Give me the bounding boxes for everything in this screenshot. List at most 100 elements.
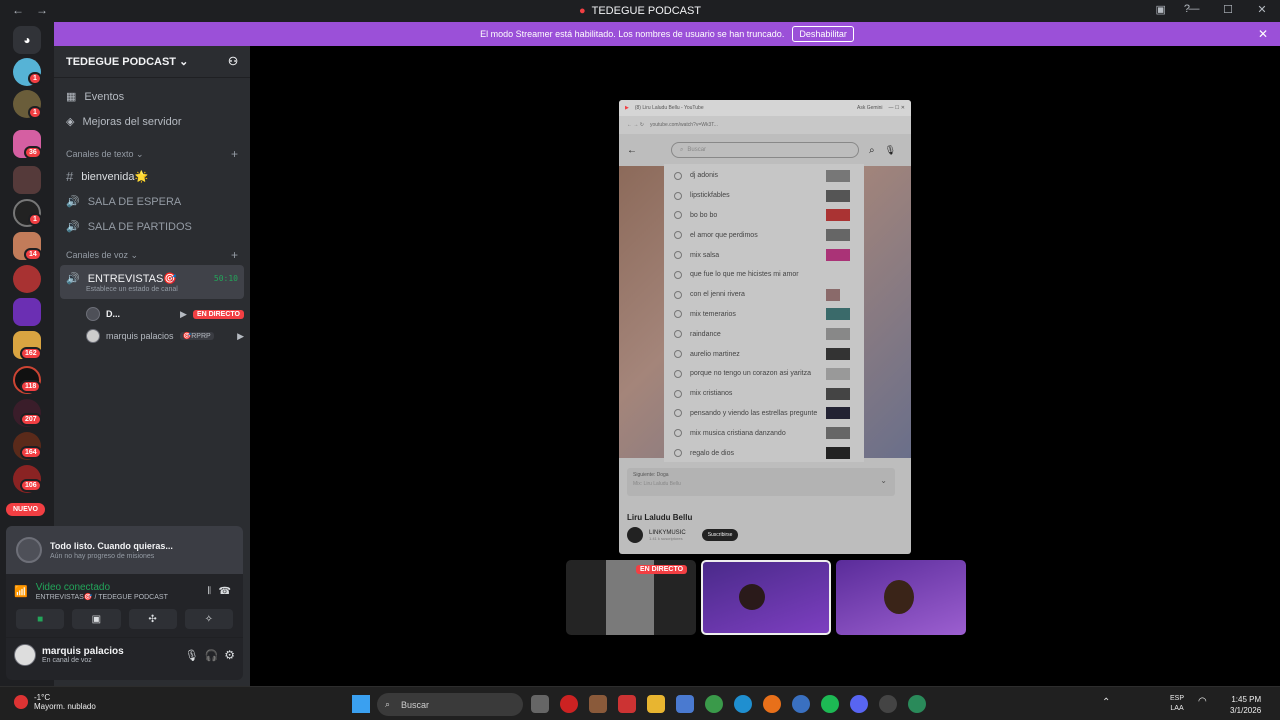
voice-user-name: marquis palacios: [106, 331, 174, 341]
tray-chevron-icon[interactable]: ⌃: [1102, 697, 1110, 708]
subscribe-button: Suscribirse: [701, 529, 739, 541]
history-icon: [674, 350, 682, 359]
suggestion-text: porque no tengo un corazon asi yaritza: [690, 370, 812, 378]
add-member-icon[interactable]: ⚇: [228, 55, 238, 68]
inbox-icon[interactable]: ▣: [1155, 3, 1165, 16]
screen-share-button[interactable]: ▣: [72, 609, 121, 629]
boosts-label: Mejoras del servidor: [82, 115, 182, 128]
headphones-icon[interactable]: 🎧: [205, 649, 219, 662]
text-channels-category[interactable]: Canales de texto ⌄ +: [54, 144, 250, 164]
server-badge: 1: [28, 106, 42, 119]
streamer-mode-banner: El modo Streamer está habilitado. Los no…: [54, 22, 1280, 46]
suggestion-text: mix temerarios: [690, 310, 736, 318]
app-icon[interactable]: [792, 695, 810, 713]
chrome-icon[interactable]: [705, 695, 723, 713]
add-channel-icon[interactable]: +: [231, 248, 238, 262]
quest-notice[interactable]: Todo listo. Cuando quieras... Aún no hay…: [6, 526, 243, 574]
suggestion-thumbnail: [826, 387, 850, 400]
voice-channels-category[interactable]: Canales de voz ⌄ +: [54, 245, 250, 265]
channel-subs: 1.41 k suscriptores: [649, 535, 683, 541]
disconnect-icon[interactable]: ☎: [219, 586, 231, 597]
server-icon-8[interactable]: [13, 298, 41, 326]
voice-user[interactable]: marquis palacios 🎯RPRP ▶: [86, 325, 250, 347]
server-icon-4[interactable]: [13, 166, 41, 194]
suggestion-text: bo bo bo: [690, 211, 718, 219]
participant-tile[interactable]: EN DIRECTO: [566, 560, 696, 635]
weather-widget[interactable]: -1°C Mayorm. nublado: [14, 693, 96, 711]
activities-button[interactable]: ✣: [128, 609, 177, 629]
taskbar-search[interactable]: ⌕ Buscar: [377, 693, 523, 716]
suggestion-text: el amor que perdimos: [690, 231, 758, 239]
participant-video: [739, 584, 765, 610]
chrome-icon[interactable]: [908, 695, 926, 713]
wifi-icon[interactable]: ◠: [1198, 696, 1207, 707]
home-discord-button[interactable]: ◕: [13, 26, 41, 54]
microphone-icon[interactable]: 🎙: [185, 649, 199, 662]
channel-entrevistas[interactable]: 🔊 ENTREVISTAS🎯 50:10 Establece un estado…: [60, 265, 244, 299]
gemini-button: Ask Gemini: [856, 105, 883, 111]
task-view-icon[interactable]: [531, 695, 549, 713]
participant-tile[interactable]: [701, 560, 831, 635]
store-icon[interactable]: [676, 695, 694, 713]
add-channel-icon[interactable]: +: [231, 147, 238, 161]
category-label: Canales de voz: [66, 249, 129, 260]
suggestion-thumbnail: [826, 169, 850, 182]
channel-name: LINKYMUSIC: [649, 529, 686, 536]
server-icon-7[interactable]: [13, 265, 41, 293]
forward-arrow-icon[interactable]: →: [36, 3, 48, 17]
suggestion-thumbnail: [826, 209, 850, 222]
disable-streamer-button[interactable]: Deshabilitar: [792, 26, 854, 42]
acrobat-icon[interactable]: [618, 695, 636, 713]
suggestion-thumbnail: [826, 447, 850, 460]
spotify-icon[interactable]: [821, 695, 839, 713]
edge-icon[interactable]: [734, 695, 752, 713]
chevron-down-icon: ⌄: [179, 56, 189, 68]
channel-label: SALA DE PARTIDOS: [87, 220, 192, 233]
firefox-icon[interactable]: [763, 695, 781, 713]
youtube-icon: ▶: [625, 105, 629, 111]
maximize-icon[interactable]: ☐: [1220, 3, 1236, 16]
language-indicator[interactable]: ESP LAA: [1170, 694, 1184, 714]
boosts-item[interactable]: ◈ Mejoras del servidor: [54, 109, 250, 134]
connection-status[interactable]: Video conectado: [36, 582, 168, 593]
new-servers-badge[interactable]: NUEVO: [6, 503, 45, 516]
channel-bienvenida[interactable]: # bienvenida🌟: [60, 164, 244, 189]
events-item[interactable]: ▦ Eventos: [54, 84, 250, 109]
server-badge: 1: [28, 72, 42, 85]
avatar[interactable]: [14, 644, 36, 666]
voice-user[interactable]: D... ▶ EN DIRECTO: [86, 303, 250, 325]
channel-label: ENTREVISTAS🎯: [87, 272, 177, 285]
suggestions-dropdown: dj adonis lipstickfables bo bo bo el amo…: [664, 164, 864, 462]
connection-channel[interactable]: ENTREVISTAS🎯 / TEDEGUE PODCAST: [36, 593, 168, 601]
close-window-icon[interactable]: ✕: [1254, 3, 1270, 16]
clock[interactable]: 1:45 PM 3/1/2026: [1230, 694, 1261, 716]
back-arrow-icon[interactable]: ←: [12, 3, 24, 17]
notice-title: Todo listo. Cuando quieras...: [50, 540, 173, 551]
opera-icon[interactable]: [560, 695, 578, 713]
stream-video[interactable]: ▶ (8) Liru Laludu Bellu - YouTube Ask Ge…: [619, 100, 911, 554]
channel-status[interactable]: Establece un estado de canal: [86, 286, 178, 293]
soundboard-button[interactable]: ✧: [184, 609, 233, 629]
suggestion-item: mix musica cristiana danzando: [664, 423, 864, 443]
minimize-icon[interactable]: —: [1186, 3, 1202, 16]
app-icon[interactable]: [879, 695, 897, 713]
close-banner-icon[interactable]: ✕: [1258, 27, 1268, 41]
participant-tile[interactable]: [836, 560, 966, 635]
notice-sub: Aún no hay progreso de misiones: [50, 552, 155, 560]
file-explorer-icon[interactable]: [647, 695, 665, 713]
discord-icon[interactable]: [850, 695, 868, 713]
app-icon[interactable]: [589, 695, 607, 713]
server-header[interactable]: TEDEGUE PODCAST ⌄ ⚇: [54, 46, 250, 78]
suggestion-item: bo bo bo: [664, 206, 864, 226]
channel-sala-de-partidos[interactable]: 🔊 SALA DE PARTIDOS: [60, 214, 244, 239]
suggestion-item: dj adonis: [664, 166, 864, 186]
suggestion-thumbnail: [826, 348, 850, 361]
camera-toggle-button[interactable]: ■: [16, 609, 65, 629]
suggestion-thumbnail: [826, 189, 850, 202]
suggestion-thumbnail: [826, 308, 850, 321]
channel-sala-de-espera[interactable]: 🔊 SALA DE ESPERA: [60, 189, 244, 214]
suggestion-item: que fue lo que me hicistes mi amor: [664, 265, 864, 285]
gear-icon[interactable]: ⚙: [224, 648, 235, 662]
noise-suppression-icon[interactable]: 𝄃: [208, 586, 210, 597]
start-windows-icon[interactable]: [352, 695, 370, 713]
